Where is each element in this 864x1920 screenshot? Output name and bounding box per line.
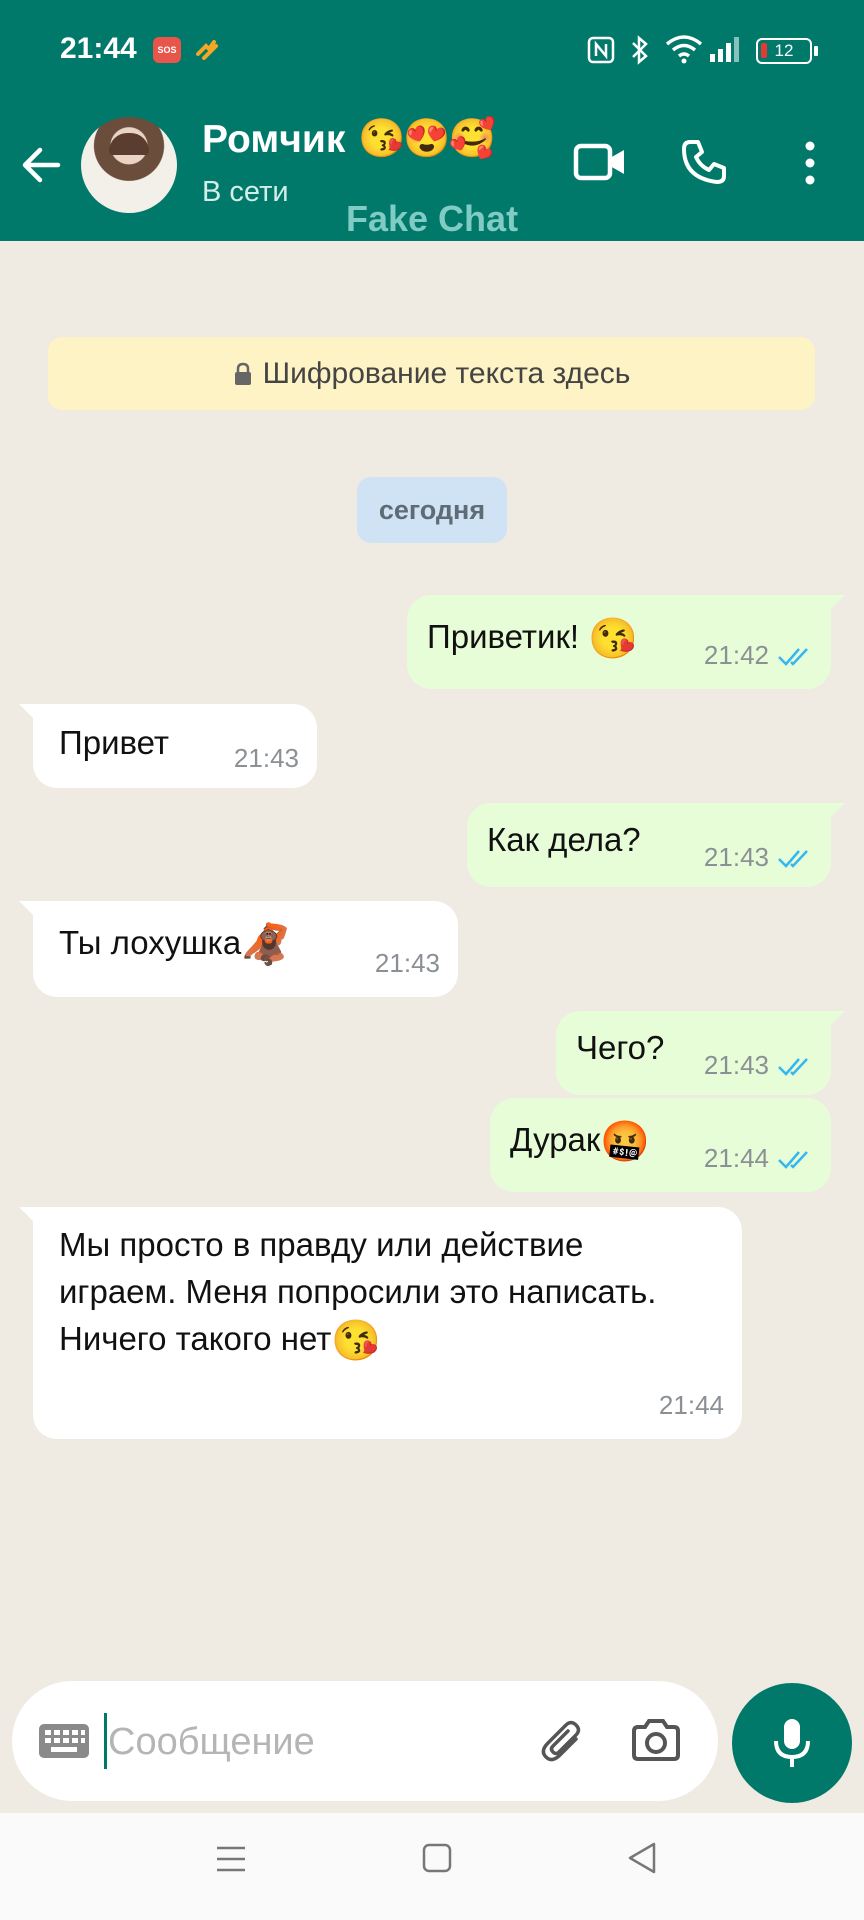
message-time: 21:42 [703, 640, 769, 670]
paperclip-icon[interactable] [538, 1717, 588, 1767]
message-time: 21:44 [703, 1143, 769, 1173]
bluetooth-icon [632, 35, 648, 65]
date-chip: сегодня [357, 477, 507, 543]
mic-button[interactable] [732, 1683, 852, 1803]
encryption-notice-text: Шифрование текста здесь [262, 356, 631, 390]
emoji: 🤬 [600, 1120, 651, 1164]
home-icon[interactable] [422, 1843, 452, 1873]
notification-app-icon [196, 40, 218, 60]
message-time: 21:43 [233, 743, 299, 773]
message-text: Привет [59, 724, 170, 761]
contact-name-emojis: 😘😍🥰 [358, 118, 496, 160]
status-time: 21:44 [60, 32, 137, 65]
message-text: Дурак🤬 [510, 1120, 651, 1164]
message-time: 21:43 [703, 1050, 769, 1080]
presence-status: В сети [202, 176, 289, 208]
text-cursor [104, 1713, 107, 1769]
nfc-icon [587, 36, 615, 64]
message-bubble-incoming[interactable]: Ты лохушка🦧 21:43 [19, 901, 458, 997]
emoji: 🦧 [241, 923, 292, 967]
arrow-back-icon[interactable] [18, 142, 64, 188]
nav-back-icon[interactable] [626, 1841, 658, 1875]
double-check-icon [778, 1150, 808, 1169]
message-time: 21:43 [703, 842, 769, 872]
message-bubble-outgoing[interactable]: Приветик! 😘 21:42 [407, 595, 845, 689]
status-bar: 21:44 SOS 12 [0, 0, 864, 90]
message-bubble-incoming[interactable]: Привет 21:43 [19, 704, 317, 788]
phone-call-icon[interactable] [680, 138, 728, 186]
message-text: Ты лохушка🦧 [59, 923, 292, 967]
message-text: Приветик! 😘 [427, 617, 639, 661]
recent-apps-icon[interactable] [214, 1843, 248, 1875]
lock-icon [234, 362, 251, 385]
watermark: Fake Chat [346, 198, 519, 239]
app-header: 21:44 SOS 12 Ромчик 😘😍🥰 В сети Fake Chat [0, 0, 864, 241]
message-bubble-incoming[interactable]: Мы просто в правду или действие играем. … [19, 1207, 742, 1439]
emoji: 😘 [331, 1319, 382, 1363]
system-nav-bar [0, 1813, 864, 1920]
message-text: Чего? [576, 1029, 665, 1066]
double-check-icon [778, 647, 808, 666]
message-bubble-outgoing[interactable]: Как дела? 21:43 [467, 803, 845, 887]
battery-icon: 12 [756, 38, 818, 64]
camera-icon[interactable] [630, 1717, 682, 1763]
sos-icon: SOS [153, 37, 181, 63]
avatar[interactable] [81, 117, 177, 213]
double-check-icon [778, 1057, 808, 1076]
microphone-icon [774, 1719, 810, 1767]
cell-signal-icon [710, 37, 739, 62]
emoji: 😘 [588, 617, 639, 661]
message-text: Как дела? [487, 821, 641, 858]
keyboard-icon[interactable] [38, 1723, 90, 1759]
message-composer [12, 1681, 718, 1801]
message-input[interactable] [108, 1715, 428, 1769]
more-vert-icon[interactable] [795, 140, 825, 186]
message-bubble-outgoing[interactable]: Дурак🤬 21:44 [490, 1098, 831, 1192]
contact-name[interactable]: Ромчик [202, 118, 345, 162]
wifi-icon [665, 35, 703, 64]
message-time: 21:44 [658, 1390, 724, 1420]
encryption-notice[interactable]: Шифрование текста здесь [48, 337, 815, 410]
message-text: Мы просто в правду или действие играем. … [59, 1226, 657, 1363]
message-bubble-outgoing[interactable]: Чего? 21:43 [556, 1011, 845, 1095]
double-check-icon [778, 849, 808, 868]
video-call-icon[interactable] [573, 140, 627, 184]
message-time: 21:43 [374, 948, 440, 978]
